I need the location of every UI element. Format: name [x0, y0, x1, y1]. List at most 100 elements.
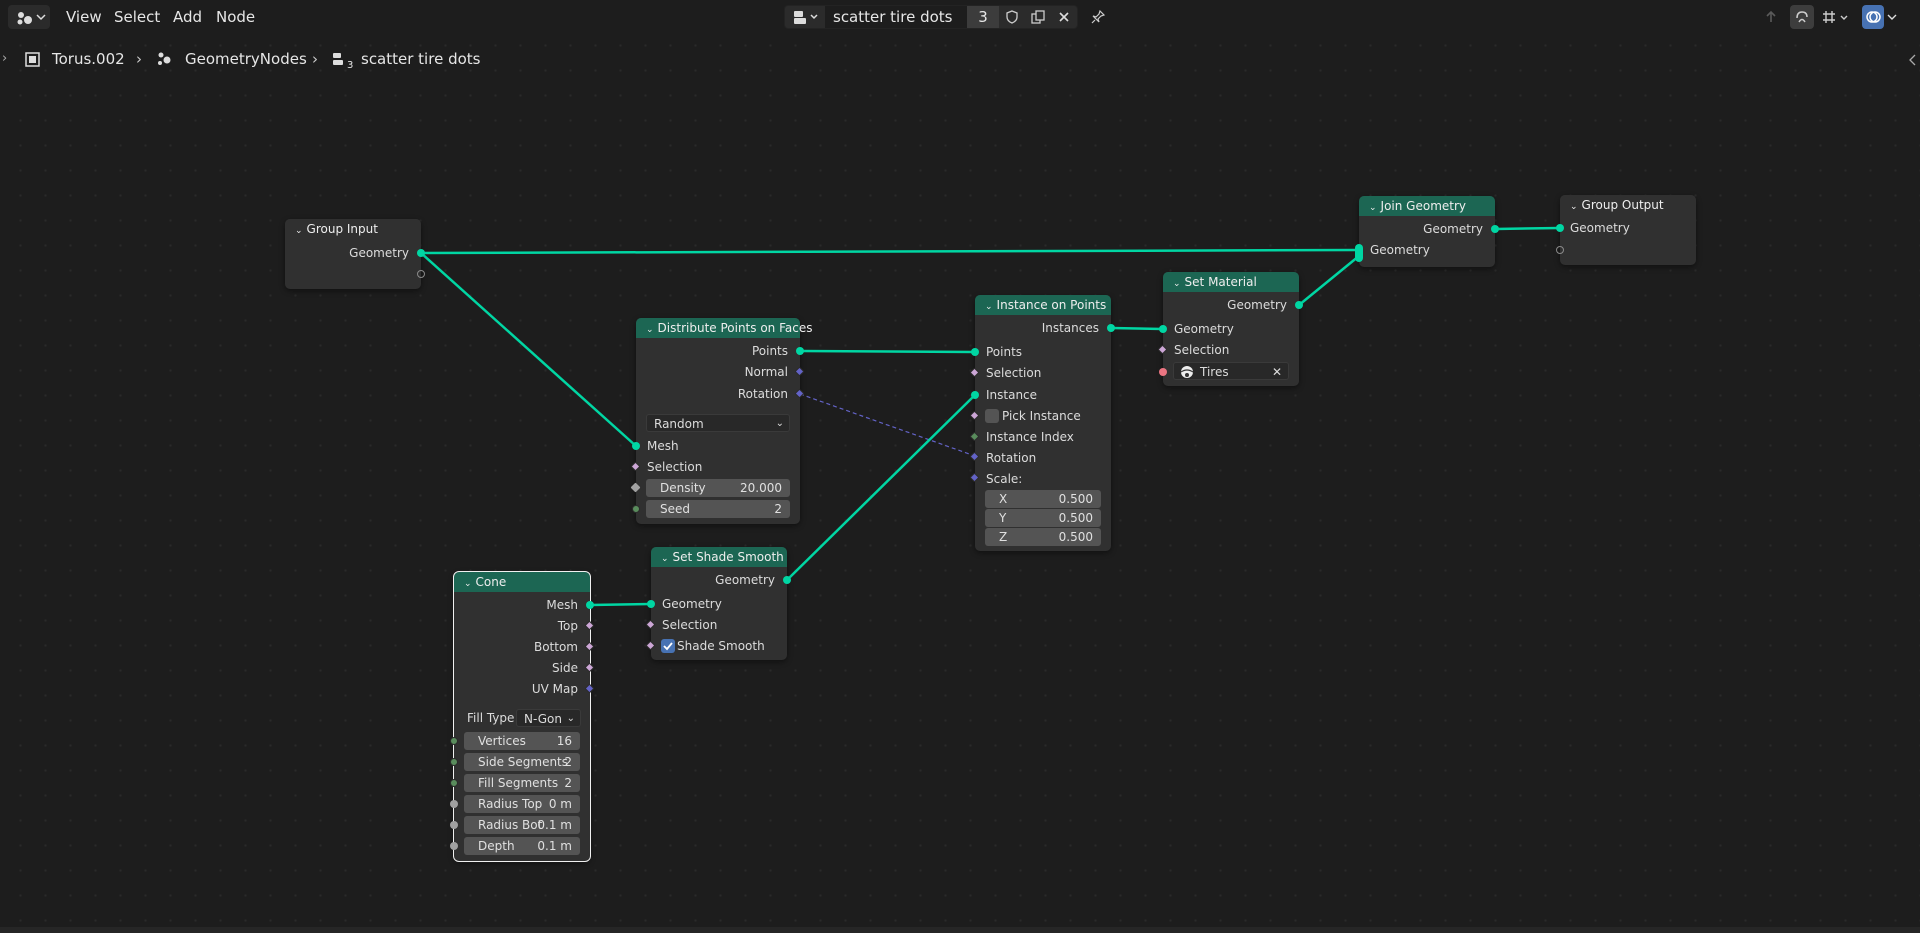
output-socket-mesh[interactable]: [586, 601, 594, 609]
breadcrumb-object[interactable]: Torus.002: [52, 48, 125, 70]
output-socket-geometry[interactable]: [1295, 301, 1303, 309]
breadcrumb-separator-icon: ›: [312, 50, 318, 68]
shade-smooth-checkbox[interactable]: [661, 639, 675, 653]
node-header[interactable]: ⌄ Group Output: [1560, 195, 1696, 215]
input-socket-radius-bottom[interactable]: [450, 821, 458, 829]
editor-type-button[interactable]: [8, 5, 50, 29]
output-socket-instances[interactable]: [1107, 324, 1115, 332]
socket-label-instance-index: Instance Index: [986, 430, 1074, 444]
input-socket-instance[interactable]: [971, 391, 979, 399]
input-socket-geometry[interactable]: [647, 600, 655, 608]
input-socket-seed[interactable]: [632, 505, 640, 513]
parent-node-tree-icon[interactable]: [1760, 5, 1782, 29]
axis-label: X: [999, 492, 1008, 506]
scale-x-field[interactable]: X 0.500: [985, 490, 1101, 508]
overlay-dropdown-icon[interactable]: [1884, 5, 1900, 29]
input-socket-depth[interactable]: [450, 842, 458, 850]
scale-z-field[interactable]: Z 0.500: [985, 528, 1101, 546]
radius-bottom-field[interactable]: Radius Bot 0.1 m: [464, 816, 580, 834]
collapse-chevron-icon[interactable]: ⌄: [661, 549, 669, 569]
node-tree-users-count[interactable]: 3: [967, 6, 999, 28]
depth-field[interactable]: Depth 0.1 m: [464, 837, 580, 855]
pick-instance-checkbox[interactable]: [985, 409, 999, 423]
density-field[interactable]: Density 20.000: [646, 479, 790, 497]
output-socket-geometry[interactable]: [417, 249, 425, 257]
node-tree-name-field[interactable]: scatter tire dots: [825, 6, 967, 28]
input-socket-radius-top[interactable]: [450, 800, 458, 808]
material-selector[interactable]: Tires ✕: [1173, 362, 1289, 380]
node-distribute-points-on-faces[interactable]: ⌄ Distribute Points on Faces Points Norma…: [636, 318, 812, 524]
node-tree-browse-button[interactable]: [785, 6, 825, 28]
node-set-shade-smooth[interactable]: ⌄ Set Shade Smooth Geometry Geometry Sele…: [651, 547, 787, 660]
link-cone-smooth: [589, 602, 652, 607]
node-header[interactable]: ⌄ Instance on Points: [975, 295, 1111, 315]
clear-material-icon[interactable]: ✕: [1272, 363, 1282, 381]
collapse-chevron-icon[interactable]: ⌄: [1369, 198, 1377, 218]
vertices-field[interactable]: Vertices 16: [464, 732, 580, 750]
collapse-chevron-icon[interactable]: ⌄: [295, 221, 303, 241]
shade-smooth-label: Shade Smooth: [677, 639, 765, 653]
node-header[interactable]: ⌄ Cone: [454, 572, 590, 592]
input-socket-side-segments[interactable]: [450, 758, 458, 766]
side-segments-field[interactable]: Side Segments 2: [464, 753, 580, 771]
sidebar-toggle-icon[interactable]: [1906, 48, 1918, 72]
output-socket-points[interactable]: [796, 347, 804, 355]
field-label: Density: [660, 481, 706, 495]
node-join-geometry[interactable]: ⌄ Join Geometry Geometry Geometry: [1359, 196, 1495, 267]
input-socket-points[interactable]: [971, 348, 979, 356]
output-socket-geometry[interactable]: [783, 576, 791, 584]
socket-label-rotation: Rotation: [737, 387, 788, 401]
auto-offset-icon[interactable]: [1790, 5, 1814, 29]
distribute-method-dropdown[interactable]: Random ⌄: [646, 414, 790, 432]
geometry-nodes-modifier-icon: [158, 52, 171, 65]
input-socket-fill-segments[interactable]: [450, 779, 458, 787]
collapse-chevron-icon[interactable]: ⌄: [1570, 197, 1578, 217]
node-header[interactable]: ⌄ Distribute Points on Faces: [636, 318, 812, 340]
fake-user-shield-icon[interactable]: [999, 6, 1025, 28]
menu-node[interactable]: Node: [208, 5, 263, 29]
node-header[interactable]: ⌄ Set Shade Smooth: [651, 547, 787, 567]
collapse-chevron-icon[interactable]: ⌄: [464, 574, 472, 594]
node-group-input[interactable]: ⌄ Group Input Geometry: [285, 219, 421, 289]
input-socket-mesh[interactable]: [632, 442, 640, 450]
overlay-toggle-icon[interactable]: [1862, 5, 1884, 29]
radius-top-field[interactable]: Radius Top 0 m: [464, 795, 580, 813]
input-socket-material[interactable]: [1159, 368, 1167, 376]
socket-label-top: Top: [557, 619, 578, 633]
pin-icon[interactable]: [1086, 5, 1110, 29]
collapse-chevron-icon[interactable]: ⌄: [1173, 274, 1181, 294]
collapse-chevron-icon[interactable]: ⌄: [646, 320, 654, 340]
socket-label-mesh: Mesh: [546, 598, 578, 612]
multi-input-socket-geometry[interactable]: [1355, 244, 1363, 262]
duplicate-icon[interactable]: [1025, 6, 1051, 28]
input-socket-geometry[interactable]: [1556, 224, 1564, 232]
horizontal-scrollbar[interactable]: [0, 927, 1920, 933]
input-socket-geometry[interactable]: [1159, 325, 1167, 333]
node-header[interactable]: ⌄ Join Geometry: [1359, 196, 1495, 216]
scale-y-field[interactable]: Y 0.500: [985, 509, 1101, 527]
collapse-chevron-icon[interactable]: ⌄: [985, 297, 993, 317]
node-instance-on-points[interactable]: ⌄ Instance on Points Instances Points Sel…: [975, 295, 1111, 551]
seed-field[interactable]: Seed 2: [646, 500, 790, 518]
node-header[interactable]: ⌄ Set Material: [1163, 272, 1299, 292]
empty-input-socket[interactable]: [1556, 246, 1564, 254]
node-editor-canvas[interactable]: View Select Add Node scatter tire dots 3: [0, 0, 1920, 933]
socket-label-instances: Instances: [1041, 321, 1099, 335]
node-set-material[interactable]: ⌄ Set Material Geometry Geometry Selectio…: [1163, 272, 1299, 386]
fill-type-dropdown[interactable]: N-Gon ⌄: [516, 709, 581, 727]
unlink-close-icon[interactable]: [1051, 6, 1077, 28]
snap-icon[interactable]: [1818, 5, 1854, 29]
node-header[interactable]: ⌄ Group Input: [285, 219, 421, 239]
input-socket-vertices[interactable]: [450, 737, 458, 745]
output-socket-geometry[interactable]: [1491, 225, 1499, 233]
breadcrumb-tree[interactable]: scatter tire dots: [361, 48, 480, 70]
breadcrumb-modifier[interactable]: GeometryNodes: [185, 48, 307, 70]
menu-add[interactable]: Add: [165, 5, 210, 29]
menu-select[interactable]: Select: [106, 5, 168, 29]
menu-view[interactable]: View: [58, 5, 110, 29]
empty-output-socket[interactable]: [417, 270, 425, 278]
socket-label-side: Side: [552, 661, 578, 675]
fill-segments-field[interactable]: Fill Segments 2: [464, 774, 580, 792]
node-group-output[interactable]: ⌄ Group Output Geometry: [1560, 195, 1696, 265]
node-cone[interactable]: ⌄ Cone Mesh Top Bottom Side UV Map Fill T…: [453, 571, 591, 862]
